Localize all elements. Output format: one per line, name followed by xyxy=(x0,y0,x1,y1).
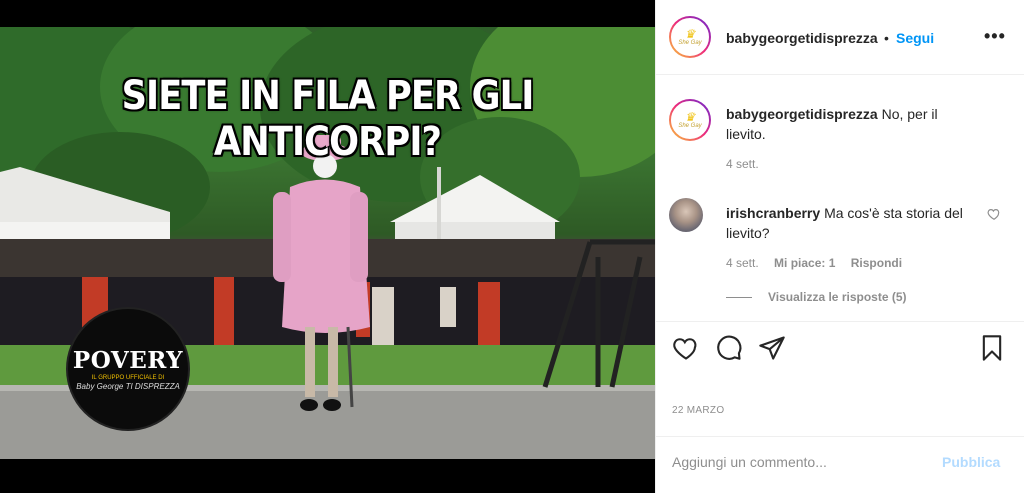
author-avatar[interactable]: ♛ She Gay xyxy=(669,16,711,58)
avatar-text: She Gay xyxy=(678,40,702,46)
logo-subtitle: IL GRUPPO UFFICIALE DI xyxy=(91,375,165,381)
crown-icon: ♛ xyxy=(684,27,696,41)
comment-username[interactable]: irishcranberry xyxy=(726,205,820,221)
bookmark-icon[interactable] xyxy=(978,334,1006,362)
view-replies-button[interactable]: Visualizza le risposte (5) xyxy=(726,290,907,304)
comment-time[interactable]: 4 sett. xyxy=(726,256,759,270)
comment-username[interactable]: babygeorgetidisprezza xyxy=(726,106,878,122)
comment-meta: 4 sett. Mi piace: 1 Rispondi xyxy=(726,256,914,270)
avatar-image: ♛ She Gay xyxy=(671,101,709,139)
action-bar xyxy=(656,321,1024,377)
follow-button[interactable]: Segui xyxy=(896,30,934,46)
comments-list[interactable]: ♛ She Gay babygeorgetidisprezza No, per … xyxy=(656,76,1024,321)
author-username[interactable]: babygeorgetidisprezza xyxy=(726,30,878,46)
reply-button[interactable]: Rispondi xyxy=(851,256,902,270)
post-date[interactable]: 22 MARZO xyxy=(672,405,724,416)
logo-title: POVERY xyxy=(72,347,184,374)
avatar-text: She Gay xyxy=(678,123,702,129)
comment-avatar[interactable] xyxy=(669,198,703,232)
comment-meta: 4 sett. xyxy=(726,157,771,171)
more-options-icon[interactable]: ••• xyxy=(984,26,1006,47)
comment-time[interactable]: 4 sett. xyxy=(726,157,759,171)
heart-icon[interactable] xyxy=(672,334,700,362)
comment-avatar[interactable]: ♛ She Gay xyxy=(669,99,711,141)
send-icon[interactable] xyxy=(758,334,786,362)
divider-line xyxy=(726,297,752,299)
comment-text-block: babygeorgetidisprezza No, per il lievito… xyxy=(726,104,976,144)
comment-icon[interactable] xyxy=(715,334,743,362)
post-media[interactable]: SIETE IN FILA PER GLI ANTICORPI? POVERY … xyxy=(0,0,655,493)
separator-dot: • xyxy=(884,30,889,46)
avatar-image: ♛ She Gay xyxy=(671,18,709,56)
view-replies-label: Visualizza le risposte (5) xyxy=(768,290,907,304)
comment-input[interactable] xyxy=(672,452,932,472)
logo-signature: Baby George TI DISPREZZA xyxy=(76,382,180,391)
crown-icon: ♛ xyxy=(684,110,696,124)
add-comment-bar: Pubblica xyxy=(656,436,1024,493)
meme-caption: SIETE IN FILA PER GLI ANTICORPI? xyxy=(121,73,535,165)
povery-logo: POVERY IL GRUPPO UFFICIALE DI Baby Georg… xyxy=(66,307,190,431)
publish-button[interactable]: Pubblica xyxy=(942,454,1000,470)
post-image: SIETE IN FILA PER GLI ANTICORPI? POVERY … xyxy=(0,27,655,459)
comment-text-block: irishcranberry Ma cos'è sta storia del l… xyxy=(726,203,976,243)
comment-likes[interactable]: Mi piace: 1 xyxy=(774,256,835,270)
comment-like-icon[interactable] xyxy=(987,207,1001,221)
post-details-panel: ♛ She Gay babygeorgetidisprezza • Segui … xyxy=(655,0,1024,493)
post-header: ♛ She Gay babygeorgetidisprezza • Segui … xyxy=(656,0,1024,75)
